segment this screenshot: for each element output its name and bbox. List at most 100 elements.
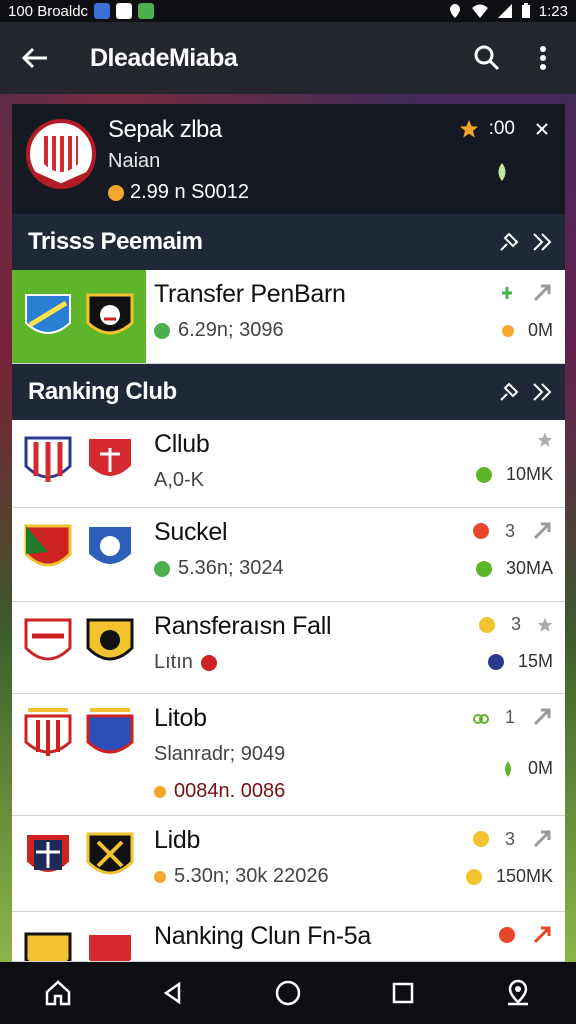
stat-icon: [465, 868, 482, 885]
ranking-row-sub: Lıtın: [154, 651, 193, 673]
page-title: DleadeMiaba: [90, 43, 238, 72]
share-arrow-icon[interactable]: [531, 520, 553, 542]
badge-icon: [499, 927, 515, 943]
ranking-row[interactable]: Cllub A,0-K 10MK: [12, 420, 565, 508]
club-crest-icon: [87, 933, 133, 961]
club-crest-icon: [24, 618, 72, 661]
recents-button[interactable]: [379, 969, 427, 1017]
ranking-row-value: 30MA: [505, 558, 553, 578]
ranking-row-value: 10MK: [505, 464, 553, 484]
club-crest-icon: [26, 119, 96, 189]
ranking-row-value: 0M: [527, 758, 553, 778]
coin-icon: [108, 184, 124, 201]
back-arrow-icon: [21, 47, 47, 69]
club-crest-icon: [24, 708, 72, 756]
ranking-row[interactable]: Litob Slanradr; 9049 0084n. 0086 1 0M: [12, 694, 565, 816]
ranking-row[interactable]: Suckel 5.36n; 3024 3 30MA: [12, 508, 565, 602]
battery-icon: [521, 3, 530, 18]
club-crest-icon: [24, 436, 72, 482]
share-arrow-icon[interactable]: [531, 924, 553, 946]
signal-icon: [497, 4, 512, 18]
leaf-icon: [498, 163, 506, 181]
share-arrow-icon[interactable]: [531, 282, 553, 304]
stat-icon: [475, 466, 492, 483]
search-button[interactable]: [464, 35, 510, 81]
ranking-row-name: Ransferaısn Fall: [154, 612, 332, 640]
app-bar: DleadeMiaba: [0, 22, 576, 94]
ranking-row[interactable]: Lidb 5.30n; 30k 22026 3 150MK: [12, 816, 565, 912]
badge-icon: [478, 616, 495, 633]
back-button[interactable]: [0, 22, 70, 94]
club-name: Sepak zlba: [108, 116, 222, 143]
chevron-double-icon[interactable]: [531, 381, 553, 403]
home-icon: [45, 980, 70, 1006]
badge-icon: [200, 654, 217, 671]
app-icon-2: [116, 3, 133, 19]
ranking-section-header: Ranking Club: [12, 364, 565, 420]
ranking-row-name: Lidb: [154, 826, 201, 854]
more-button[interactable]: [520, 35, 566, 81]
ranking-row-name: Litob: [154, 704, 207, 732]
ranking-row-value: 150MK: [495, 866, 553, 886]
map-button[interactable]: [494, 969, 542, 1017]
app-icon-3: [138, 3, 155, 19]
ranking-row-sub: 5.36n; 3024: [178, 557, 284, 579]
coin-icon: [154, 870, 166, 883]
coin-icon: [154, 785, 166, 798]
star-icon[interactable]: [537, 432, 553, 448]
club-rating: :00: [488, 118, 515, 139]
app-icon-1: [94, 3, 111, 19]
ranking-row-rank: 1: [504, 706, 515, 727]
more-vert-icon: [540, 46, 546, 70]
club-crest-icon: [87, 437, 133, 478]
star-icon[interactable]: [537, 617, 553, 633]
transfer-row-name: Transfer PenBarn: [154, 280, 346, 308]
ranking-row-name: Nanking Clun Fn-5a: [154, 922, 371, 950]
stat-icon: [475, 560, 492, 577]
leaf-icon: [504, 760, 511, 777]
share-arrow-icon[interactable]: [531, 706, 553, 728]
home-button[interactable]: [34, 969, 82, 1017]
square-recents-icon: [392, 982, 414, 1004]
transfer-row[interactable]: Transfer PenBarn 6.29n; 3096 0M: [12, 270, 565, 364]
club-crest-icon: [25, 293, 71, 334]
club-crest-icon: [87, 525, 133, 566]
ranking-row-sub: 5.30n; 30k 22026: [174, 865, 329, 887]
back-nav-button[interactable]: [149, 969, 197, 1017]
ranking-row[interactable]: Ransferaısn Fall Lıtın 3 15M: [12, 602, 565, 694]
system-nav-bar: [0, 962, 576, 1024]
home-nav-button[interactable]: [264, 969, 312, 1017]
ranking-row-name: Cllub: [154, 430, 210, 458]
club-crest-icon: [86, 832, 134, 875]
club-crest-icon: [86, 293, 134, 334]
ranking-row-rank: 3: [504, 828, 515, 849]
transfer-row-sub: 6.29n; 3096: [178, 319, 284, 341]
ranking-row-rank: 3: [510, 614, 521, 634]
transfer-section-title: Trisss Peemaim: [28, 228, 203, 255]
club-stat: 2.99 n S0012: [130, 181, 249, 203]
pin-icon[interactable]: [497, 230, 521, 254]
club-crest-icon: [86, 708, 134, 754]
coin-icon: [501, 324, 514, 337]
search-icon: [474, 45, 500, 71]
badge-icon: [472, 831, 489, 847]
chevron-double-icon[interactable]: [531, 231, 553, 253]
club-crest-icon: [24, 524, 72, 567]
transfer-row-value: 0M: [527, 320, 553, 340]
share-arrow-icon[interactable]: [531, 828, 553, 850]
circle-home-icon: [275, 980, 301, 1006]
transfer-section-header: Trisss Peemaim: [12, 214, 565, 270]
stat-icon: [154, 322, 170, 339]
status-left-text: 100 Broaldc: [8, 2, 89, 20]
ranking-row-sub: A,0-K: [154, 469, 205, 491]
map-pin-icon: [508, 979, 529, 1006]
close-icon[interactable]: [535, 122, 549, 136]
stat-icon: [154, 560, 170, 577]
club-profile-card[interactable]: Sepak zlba Naian 2.99 n S0012 :00: [12, 104, 565, 214]
badge-icon: [472, 523, 489, 539]
ranking-row-name: Suckel: [154, 518, 228, 546]
ranking-row[interactable]: Nanking Clun Fn-5a: [12, 912, 565, 962]
star-icon[interactable]: [459, 119, 479, 139]
pin-icon[interactable]: [497, 380, 521, 404]
back-nav-icon: [163, 981, 181, 1005]
